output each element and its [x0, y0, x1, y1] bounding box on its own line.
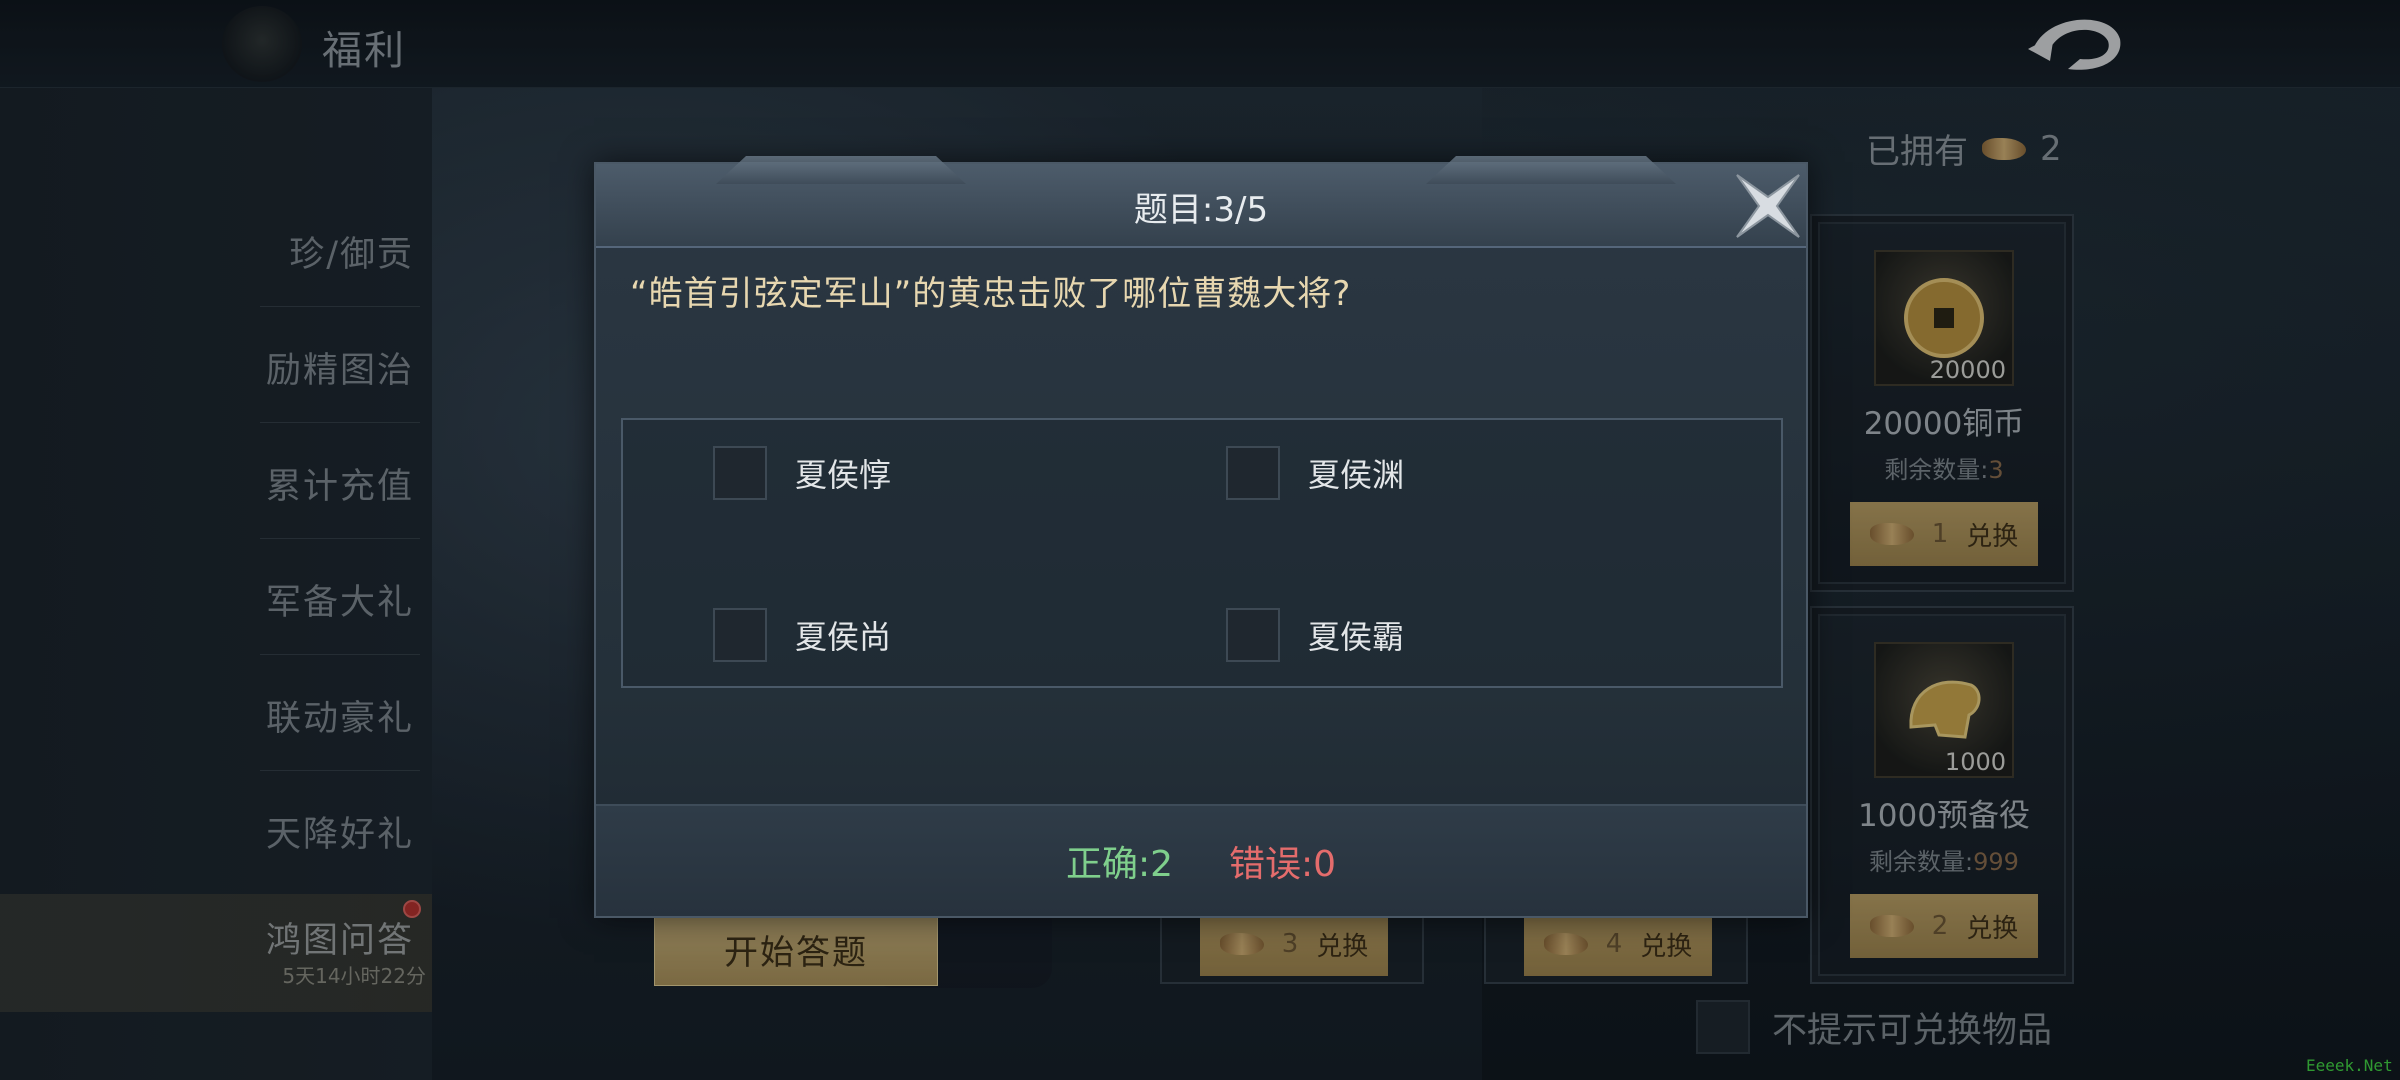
- header-ornament: [716, 156, 966, 184]
- header-ornament: [1426, 156, 1676, 184]
- correct-count: 正确:2: [1065, 844, 1173, 885]
- score-bar: 正确:2 错误:0: [596, 804, 1806, 916]
- answer-panel: 夏侯惇 夏侯渊 夏侯尚 夏侯霸: [621, 418, 1783, 688]
- answer-option-b[interactable]: 夏侯渊: [1226, 446, 1404, 500]
- answer-label: 夏侯尚: [795, 618, 892, 656]
- answer-option-a[interactable]: 夏侯惇: [713, 446, 891, 500]
- answer-label: 夏侯霸: [1308, 618, 1405, 656]
- close-icon: [1736, 174, 1800, 238]
- answer-label: 夏侯惇: [795, 456, 892, 494]
- answer-option-d[interactable]: 夏侯霸: [1226, 608, 1404, 662]
- answer-checkbox[interactable]: [1226, 608, 1280, 662]
- answer-checkbox[interactable]: [713, 608, 767, 662]
- quiz-dialog: 题目:3/5 “皓首引弦定军山”的黄忠击败了哪位曹魏大将? 夏侯惇 夏侯渊 夏侯…: [594, 156, 1810, 918]
- question-text: “皓首引弦定军山”的黄忠击败了哪位曹魏大将?: [630, 274, 1352, 314]
- dialog-header: 题目:3/5: [596, 156, 1806, 248]
- answer-option-c[interactable]: 夏侯尚: [713, 608, 891, 662]
- answer-checkbox[interactable]: [1226, 446, 1280, 500]
- question-counter: 题目:3/5: [1133, 190, 1269, 230]
- close-button[interactable]: [1726, 164, 1810, 248]
- answer-label: 夏侯渊: [1308, 456, 1405, 494]
- answer-checkbox[interactable]: [713, 446, 767, 500]
- wrong-count: 错误:0: [1229, 844, 1337, 885]
